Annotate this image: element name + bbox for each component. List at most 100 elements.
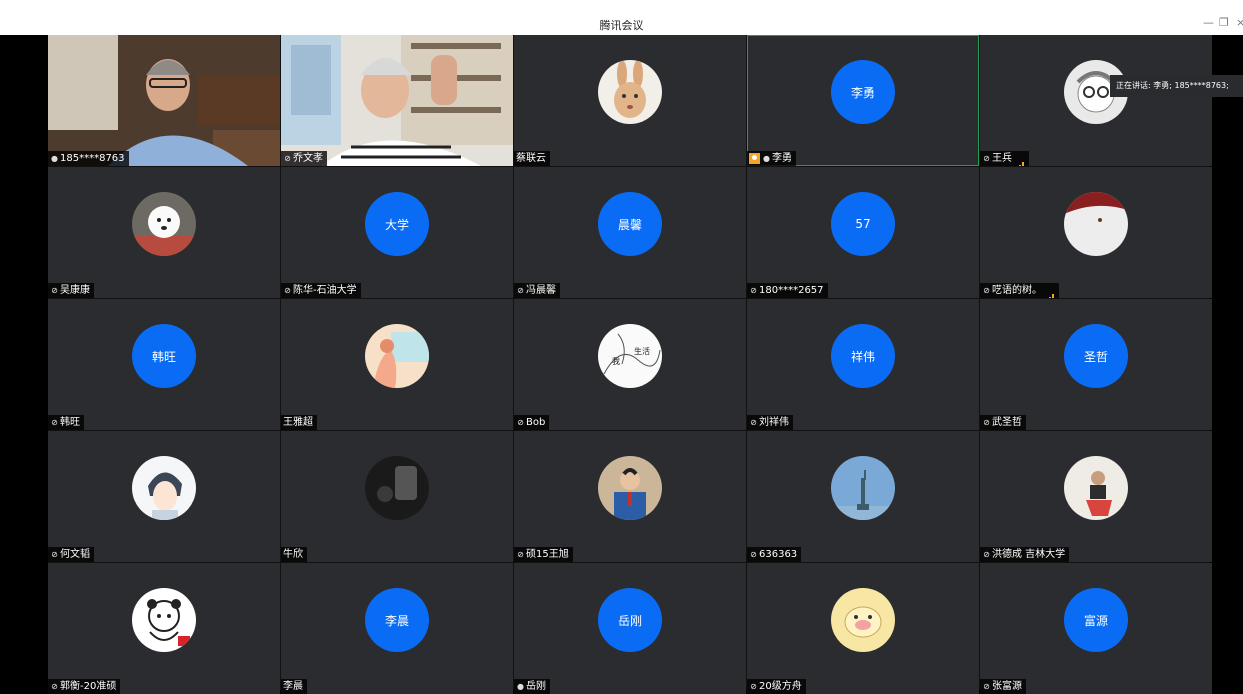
participant-name-bar: ⊘ 吴康康 [48, 283, 94, 298]
mic-muted-icon: ⊘ [750, 550, 757, 559]
participant-name-bar: ⊘ 张富源 [980, 679, 1026, 694]
participant-tile[interactable]: 蔡联云 [514, 35, 746, 166]
participant-tile[interactable]: ⊘ 乔文孝 [281, 35, 513, 166]
window-title: 腾讯会议 [599, 19, 644, 32]
participant-tile[interactable]: ⊘ 洪德成 吉林大学 [980, 431, 1212, 562]
mic-muted-icon: ⊘ [983, 682, 990, 691]
student-photo-avatar-icon [598, 456, 662, 520]
participant-tile[interactable]: 富源 ⊘ 张富源 [980, 563, 1212, 694]
participant-tile[interactable]: ⊘ 郭衡-20准硕 [48, 563, 280, 694]
participant-tile[interactable]: ⊘ 20级方舟 [747, 563, 979, 694]
participant-name-bar: ⊘ 乔文孝 [281, 151, 327, 166]
participant-tile[interactable]: ⊘ 何文韬 [48, 431, 280, 562]
rabbit-avatar-icon [598, 60, 662, 124]
participant-avatar: 李晨 [365, 588, 429, 652]
participant-name: 牛欣 [283, 549, 303, 560]
participant-name: 张富源 [992, 681, 1022, 692]
participant-tile[interactable]: 岳刚 ● 岳刚 [514, 563, 746, 694]
participant-name-bar: ⊘ 洪德成 吉林大学 [980, 547, 1070, 562]
restore-icon[interactable]: ❐ [1219, 16, 1229, 29]
mic-muted-icon: ⊘ [284, 154, 291, 163]
participant-tile[interactable]: 圣哲 ⊘ 武圣哲 [980, 299, 1212, 430]
participant-name: 吴康康 [60, 285, 90, 296]
participant-name-bar: 王雅超 [281, 415, 317, 430]
participant-name-bar: 李晨 [281, 679, 307, 694]
participant-tile[interactable]: ⊘ 王兵 [980, 35, 1212, 166]
participant-name-bar: ⊘ 硕15王旭 [514, 547, 573, 562]
participant-name: 李晨 [283, 681, 303, 692]
close-icon[interactable]: × [1236, 16, 1243, 29]
participant-avatar: 韩旺 [132, 324, 196, 388]
participant-name-bar: ● 185****8763 [48, 151, 129, 166]
sketch-avatar-icon: 我 生活 [598, 324, 662, 388]
mic-muted-icon: ⊘ [750, 286, 757, 295]
mic-muted-icon: ⊘ [51, 682, 58, 691]
participant-name-bar: ⊘ 陈华-石油大学 [281, 283, 361, 298]
mic-muted-icon: ⊘ [750, 418, 757, 427]
participant-avatar: 祥伟 [831, 324, 895, 388]
mic-muted-icon: ⊘ [51, 418, 58, 427]
participant-tile[interactable]: 李晨 李晨 [281, 563, 513, 694]
mic-icon: ● [517, 682, 524, 691]
participant-tile[interactable]: 李勇 ● 李勇 [747, 35, 979, 166]
mic-muted-icon: ⊘ [517, 286, 524, 295]
mic-muted-icon: ⊘ [983, 154, 990, 163]
participant-name: 李勇 [772, 153, 792, 164]
participant-name: 刘祥伟 [759, 417, 789, 428]
participant-name: 硕15王旭 [526, 549, 569, 560]
minimize-icon[interactable]: — [1203, 16, 1214, 29]
participant-tile[interactable]: ⊘ 硕15王旭 [514, 431, 746, 562]
mic-muted-icon: ⊘ [983, 550, 990, 559]
mic-muted-icon: ⊘ [983, 418, 990, 427]
participant-tile[interactable]: 祥伟 ⊘ 刘祥伟 [747, 299, 979, 430]
title-bar: 腾讯会议 — ❐ × [0, 0, 1243, 35]
participant-name: 陈华-石油大学 [293, 285, 357, 296]
panda-sticker-avatar-icon [132, 588, 196, 652]
speaking-tooltip: 正在讲话: 李勇; 185****8763; [1110, 75, 1243, 97]
anime-boy-avatar-icon [132, 456, 196, 520]
mic-muted-icon: ⊘ [284, 286, 291, 295]
participant-tile[interactable]: 57 ⊘ 180****2657 [747, 167, 979, 298]
participant-name-bar: ⊘ 王兵 [980, 151, 1029, 166]
participant-tile[interactable]: 晨馨 ⊘ 冯晨馨 [514, 167, 746, 298]
participant-name-bar: ⊘ 刘祥伟 [747, 415, 793, 430]
mic-icon: ● [51, 154, 58, 163]
participant-name: 呓语的树。 [992, 285, 1042, 296]
participant-name-bar: 蔡联云 [514, 151, 550, 166]
participant-name: 洪德成 吉林大学 [992, 549, 1066, 560]
host-badge-icon [749, 153, 760, 164]
participant-name: 20级方舟 [759, 681, 802, 692]
pig-sticker-avatar-icon [831, 588, 895, 652]
participant-tile[interactable]: 我 生活 ⊘ Bob [514, 299, 746, 430]
illustration-avatar-icon [365, 324, 429, 388]
dog-avatar-icon [132, 192, 196, 256]
participant-tile[interactable]: ● 185****8763 [48, 35, 280, 166]
participant-avatar: 李勇 [831, 60, 895, 124]
red-white-avatar-icon [1064, 192, 1128, 256]
participant-name-bar: ● 岳刚 [514, 679, 550, 694]
participant-tile[interactable]: 牛欣 [281, 431, 513, 562]
participant-name: 180****2657 [759, 285, 824, 296]
participant-tile[interactable]: ⊘ 636363 [747, 431, 979, 562]
participant-video [281, 35, 513, 166]
participant-tile[interactable]: ⊘ 吴康康 [48, 167, 280, 298]
participant-name: 冯晨馨 [526, 285, 556, 296]
mic-muted-icon: ⊘ [517, 550, 524, 559]
participant-name-bar: ⊘ 636363 [747, 547, 802, 562]
participant-name: 王兵 [992, 153, 1012, 164]
participant-name: 韩旺 [60, 417, 80, 428]
participant-avatar: 晨馨 [598, 192, 662, 256]
participant-tile[interactable]: 大学 ⊘ 陈华-石油大学 [281, 167, 513, 298]
participant-tile[interactable]: 王雅超 [281, 299, 513, 430]
avatar-word: 我 [612, 356, 620, 366]
participant-name-bar: ⊘ 180****2657 [747, 283, 828, 298]
participant-name: 乔文孝 [293, 153, 323, 164]
participant-name-bar: ● 李勇 [747, 151, 796, 166]
signal-strength-icon [1046, 287, 1055, 298]
mic-muted-icon: ⊘ [51, 550, 58, 559]
participant-avatar: 岳刚 [598, 588, 662, 652]
participant-tile[interactable]: 韩旺 ⊘ 韩旺 [48, 299, 280, 430]
participant-tile[interactable]: ⊘ 呓语的树。 [980, 167, 1212, 298]
participant-name: 王雅超 [283, 417, 313, 428]
person-photo-avatar-icon [1064, 456, 1128, 520]
